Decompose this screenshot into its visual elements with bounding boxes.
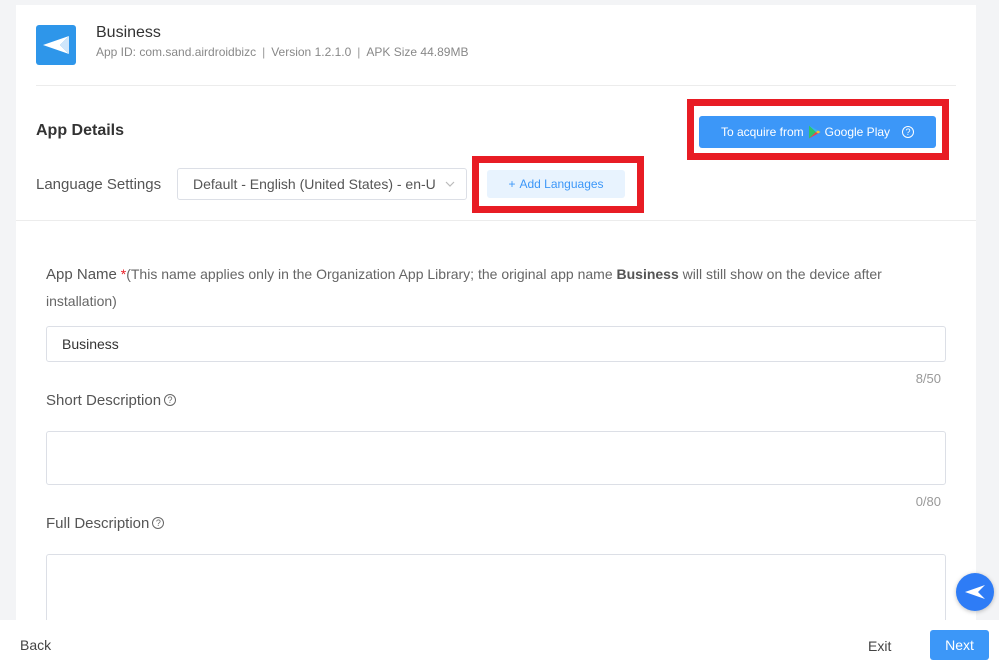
floating-action-button[interactable] — [956, 573, 994, 611]
paper-plane-icon — [965, 585, 985, 599]
language-select-value: Default - English (United States) - en-U — [193, 176, 436, 192]
add-languages-label: Add Languages — [519, 177, 604, 191]
meta-separator: | — [262, 45, 266, 59]
full-description-label-text: Full Description — [46, 515, 150, 532]
paper-plane-icon — [43, 36, 69, 54]
footer-bar: Back Exit Next — [0, 620, 999, 668]
plus-icon: + — [508, 177, 516, 191]
language-select[interactable]: Default - English (United States) - en-U — [177, 168, 467, 200]
short-description-counter: 0/80 — [915, 494, 941, 509]
add-languages-button[interactable]: + Add Languages — [487, 170, 625, 198]
question-circle-icon[interactable]: ? — [902, 126, 915, 138]
acquire-google-play-button[interactable]: To acquire from Google Play ? — [699, 116, 936, 148]
back-button[interactable]: Back — [20, 637, 51, 653]
app-name-input[interactable]: Business — [46, 326, 946, 362]
apk-size: APK Size 44.89MB — [366, 45, 469, 59]
app-name-label-text: App Name — [46, 266, 117, 283]
question-circle-icon[interactable]: ? — [164, 394, 177, 406]
section-title: App Details — [36, 122, 125, 139]
app-header: Business App ID: com.sand.airdroidbizc | V… — [36, 5, 956, 86]
short-description-label: Short Description? — [46, 392, 177, 409]
app-name-label: App Name *(This name applies only in the… — [46, 261, 926, 314]
app-name-note-bold: Business — [616, 266, 679, 282]
app-name: Business — [96, 24, 161, 41]
question-circle-icon[interactable]: ? — [152, 517, 165, 529]
app-details-card: Business App ID: com.sand.airdroidbizc | V… — [16, 5, 976, 634]
google-play-label: Google Play — [824, 125, 891, 139]
acquire-prefix: To acquire from — [720, 125, 804, 139]
short-description-label-text: Short Description — [46, 392, 162, 409]
app-version: Version 1.2.1.0 — [271, 45, 352, 59]
google-play-icon — [808, 125, 821, 139]
app-icon — [36, 25, 76, 65]
language-settings-label: Language Settings — [36, 176, 162, 193]
full-description-label: Full Description? — [46, 515, 165, 532]
app-name-counter: 8/50 — [915, 371, 941, 386]
short-description-input[interactable] — [46, 431, 946, 485]
app-meta: App ID: com.sand.airdroidbizc | Version 1.… — [96, 45, 468, 59]
divider — [16, 220, 976, 221]
next-button[interactable]: Next — [930, 630, 989, 660]
app-name-note: (This name applies only in the Organizat… — [126, 266, 617, 282]
chevron-down-icon — [445, 181, 455, 187]
app-id: App ID: com.sand.airdroidbizc — [96, 45, 257, 59]
exit-button[interactable]: Exit — [868, 638, 891, 654]
meta-separator: | — [357, 45, 361, 59]
